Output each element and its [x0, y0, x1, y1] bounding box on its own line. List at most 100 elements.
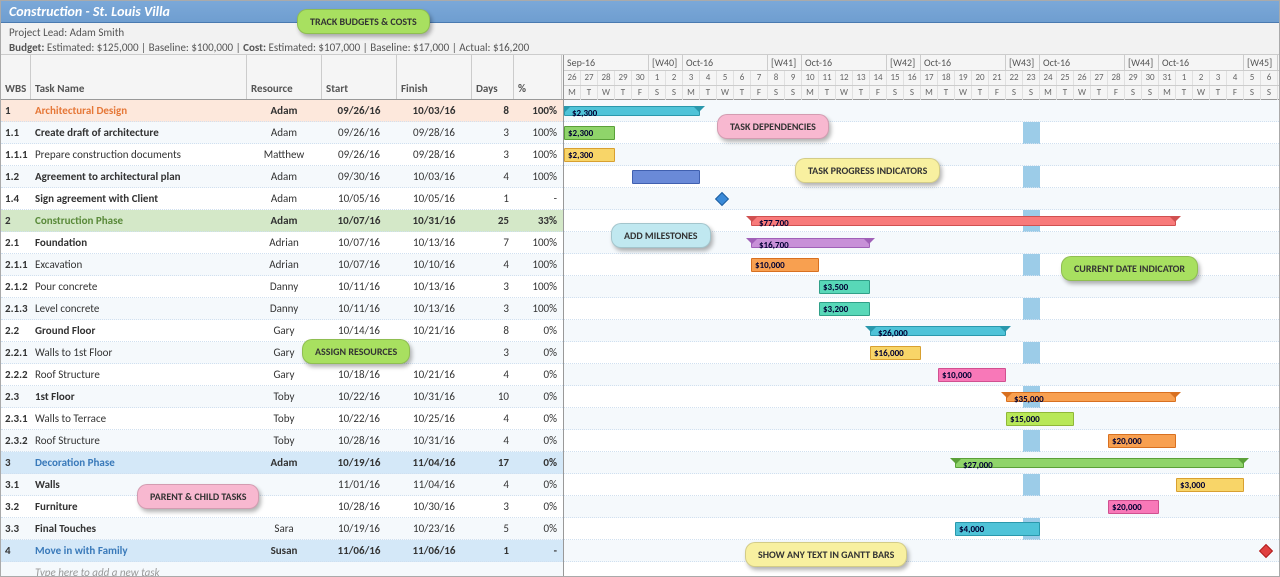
summary-bar[interactable]: $2,300	[564, 106, 700, 116]
finish-cell[interactable]: 10/03/16	[397, 102, 472, 119]
start-cell[interactable]: 10/11/16	[322, 278, 397, 295]
finish-cell[interactable]: 10/31/16	[397, 388, 472, 405]
task-bar[interactable]: $10,000	[938, 368, 1006, 382]
col-wbs[interactable]: WBS	[1, 55, 31, 99]
table-row[interactable]: 1.1.1Prepare construction documentsMatth…	[1, 144, 563, 166]
table-row[interactable]: 1Architectural DesignAdam09/26/1610/03/1…	[1, 100, 563, 122]
milestone-diamond[interactable]	[715, 192, 729, 206]
task-bar[interactable]: $3,000	[1176, 478, 1244, 492]
name-cell[interactable]: Architectural Design	[31, 102, 247, 119]
table-row[interactable]: 2.1.1ExcavationAdrian10/07/1610/10/16410…	[1, 254, 563, 276]
name-cell[interactable]: Sign agreement with Client	[31, 190, 247, 207]
task-bar[interactable]: $20,000	[1108, 434, 1176, 448]
start-cell[interactable]: 10/07/16	[322, 212, 397, 229]
gantt-chart[interactable]: Sep-16[W40]Oct-16[W41]Oct-16[W42]Oct-16[…	[564, 55, 1279, 576]
task-bar[interactable]: $20,000	[1108, 500, 1159, 514]
start-cell[interactable]: 10/11/16	[322, 300, 397, 317]
finish-cell[interactable]: 10/30/16	[397, 498, 472, 515]
table-row[interactable]: 3.3Final TouchesSara10/19/1610/23/1650%	[1, 518, 563, 540]
resource-cell[interactable]: Adrian	[247, 234, 322, 251]
start-cell[interactable]: 10/28/16	[322, 498, 397, 515]
summary-bar[interactable]: $35,000	[1006, 392, 1176, 402]
finish-cell[interactable]: 11/06/16	[397, 542, 472, 559]
name-cell[interactable]: Pour concrete	[31, 278, 247, 295]
name-cell[interactable]: Construction Phase	[31, 212, 247, 229]
new-task-input[interactable]: Type here to add a new task	[31, 564, 247, 576]
name-cell[interactable]: Agreement to architectural plan	[31, 168, 247, 185]
resource-cell[interactable]: Danny	[247, 278, 322, 295]
resource-cell[interactable]: Adam	[247, 124, 322, 141]
task-bar[interactable]	[632, 170, 700, 184]
resource-cell[interactable]: Susan	[247, 542, 322, 559]
resource-cell[interactable]: Adrian	[247, 256, 322, 273]
resource-cell[interactable]: Adam	[247, 102, 322, 119]
resource-cell[interactable]: Adam	[247, 212, 322, 229]
finish-cell[interactable]: 10/31/16	[397, 212, 472, 229]
table-row[interactable]: 1.1Create draft of architectureAdam09/26…	[1, 122, 563, 144]
name-cell[interactable]: Foundation	[31, 234, 247, 251]
start-cell[interactable]: 09/26/16	[322, 124, 397, 141]
resource-cell[interactable]	[247, 483, 322, 487]
start-cell[interactable]: 10/19/16	[322, 454, 397, 471]
start-cell[interactable]: 11/01/16	[322, 476, 397, 493]
new-task-row[interactable]: Type here to add a new task	[1, 562, 563, 576]
summary-bar[interactable]: $27,000	[955, 458, 1244, 468]
finish-cell[interactable]: 10/23/16	[397, 520, 472, 537]
resource-cell[interactable]: Gary	[247, 322, 322, 339]
resource-cell[interactable]: Toby	[247, 410, 322, 427]
start-cell[interactable]: 09/30/16	[322, 168, 397, 185]
table-row[interactable]: 2.3.1Walls to TerraceToby10/22/1610/25/1…	[1, 408, 563, 430]
table-row[interactable]: 2.3.2Roof StructureToby10/28/1610/31/164…	[1, 430, 563, 452]
task-bar[interactable]: $2,300	[564, 126, 615, 140]
start-cell[interactable]: 10/18/16	[322, 366, 397, 383]
col-resource[interactable]: Resource	[247, 55, 322, 99]
name-cell[interactable]: Excavation	[31, 256, 247, 273]
summary-bar[interactable]: $26,000	[870, 326, 1006, 336]
task-bar[interactable]: $10,000	[751, 258, 819, 272]
col-start[interactable]: Start	[322, 55, 397, 99]
name-cell[interactable]: Final Touches	[31, 520, 247, 537]
summary-bar[interactable]: $16,700	[751, 238, 870, 248]
resource-cell[interactable]: Adam	[247, 168, 322, 185]
table-row[interactable]: 3.2Furniture10/28/1610/30/1630%	[1, 496, 563, 518]
name-cell[interactable]: Prepare construction documents	[31, 146, 247, 163]
task-bar[interactable]: $4,000	[955, 522, 1040, 536]
name-cell[interactable]: Roof Structure	[31, 366, 247, 383]
finish-cell[interactable]: 10/25/16	[397, 410, 472, 427]
table-row[interactable]: 2Construction PhaseAdam10/07/1610/31/162…	[1, 210, 563, 232]
name-cell[interactable]: Walls to Terrace	[31, 410, 247, 427]
table-row[interactable]: 3.1Walls11/01/1611/04/1640%	[1, 474, 563, 496]
name-cell[interactable]: 1st Floor	[31, 388, 247, 405]
task-bar[interactable]: $16,000	[870, 346, 921, 360]
table-row[interactable]: 2.2.1Walls to 1st FloorGary30%	[1, 342, 563, 364]
start-cell[interactable]: 10/22/16	[322, 388, 397, 405]
start-cell[interactable]: 10/07/16	[322, 256, 397, 273]
start-cell[interactable]: 11/06/16	[322, 542, 397, 559]
milestone-diamond[interactable]	[1259, 544, 1273, 558]
table-row[interactable]: 2.31st FloorToby10/22/1610/31/16100%	[1, 386, 563, 408]
resource-cell[interactable]: Danny	[247, 300, 322, 317]
col-task-name[interactable]: Task Name	[31, 55, 247, 99]
finish-cell[interactable]: 10/21/16	[397, 366, 472, 383]
resource-cell[interactable]: Sara	[247, 520, 322, 537]
finish-cell[interactable]: 10/13/16	[397, 278, 472, 295]
table-row[interactable]: 2.1.3Level concreteDanny10/11/1610/13/16…	[1, 298, 563, 320]
task-bar[interactable]: $3,500	[819, 280, 870, 294]
start-cell[interactable]: 10/22/16	[322, 410, 397, 427]
table-row[interactable]: 2.2Ground FloorGary10/14/1610/21/1680%	[1, 320, 563, 342]
table-row[interactable]: 1.4Sign agreement with ClientAdam10/05/1…	[1, 188, 563, 210]
finish-cell[interactable]: 09/28/16	[397, 124, 472, 141]
finish-cell[interactable]: 10/21/16	[397, 322, 472, 339]
name-cell[interactable]: Level concrete	[31, 300, 247, 317]
resource-cell[interactable]: Adam	[247, 454, 322, 471]
task-bar[interactable]: $3,200	[819, 302, 870, 316]
finish-cell[interactable]: 10/05/16	[397, 190, 472, 207]
table-row[interactable]: 1.2Agreement to architectural planAdam09…	[1, 166, 563, 188]
name-cell[interactable]: Roof Structure	[31, 432, 247, 449]
table-row[interactable]: 2.1FoundationAdrian10/07/1610/13/167100%	[1, 232, 563, 254]
table-row[interactable]: 2.1.2Pour concreteDanny10/11/1610/13/163…	[1, 276, 563, 298]
finish-cell[interactable]: 11/04/16	[397, 454, 472, 471]
col-days[interactable]: Days	[472, 55, 514, 99]
task-bar[interactable]: $15,000	[1006, 412, 1074, 426]
finish-cell[interactable]: 10/03/16	[397, 168, 472, 185]
